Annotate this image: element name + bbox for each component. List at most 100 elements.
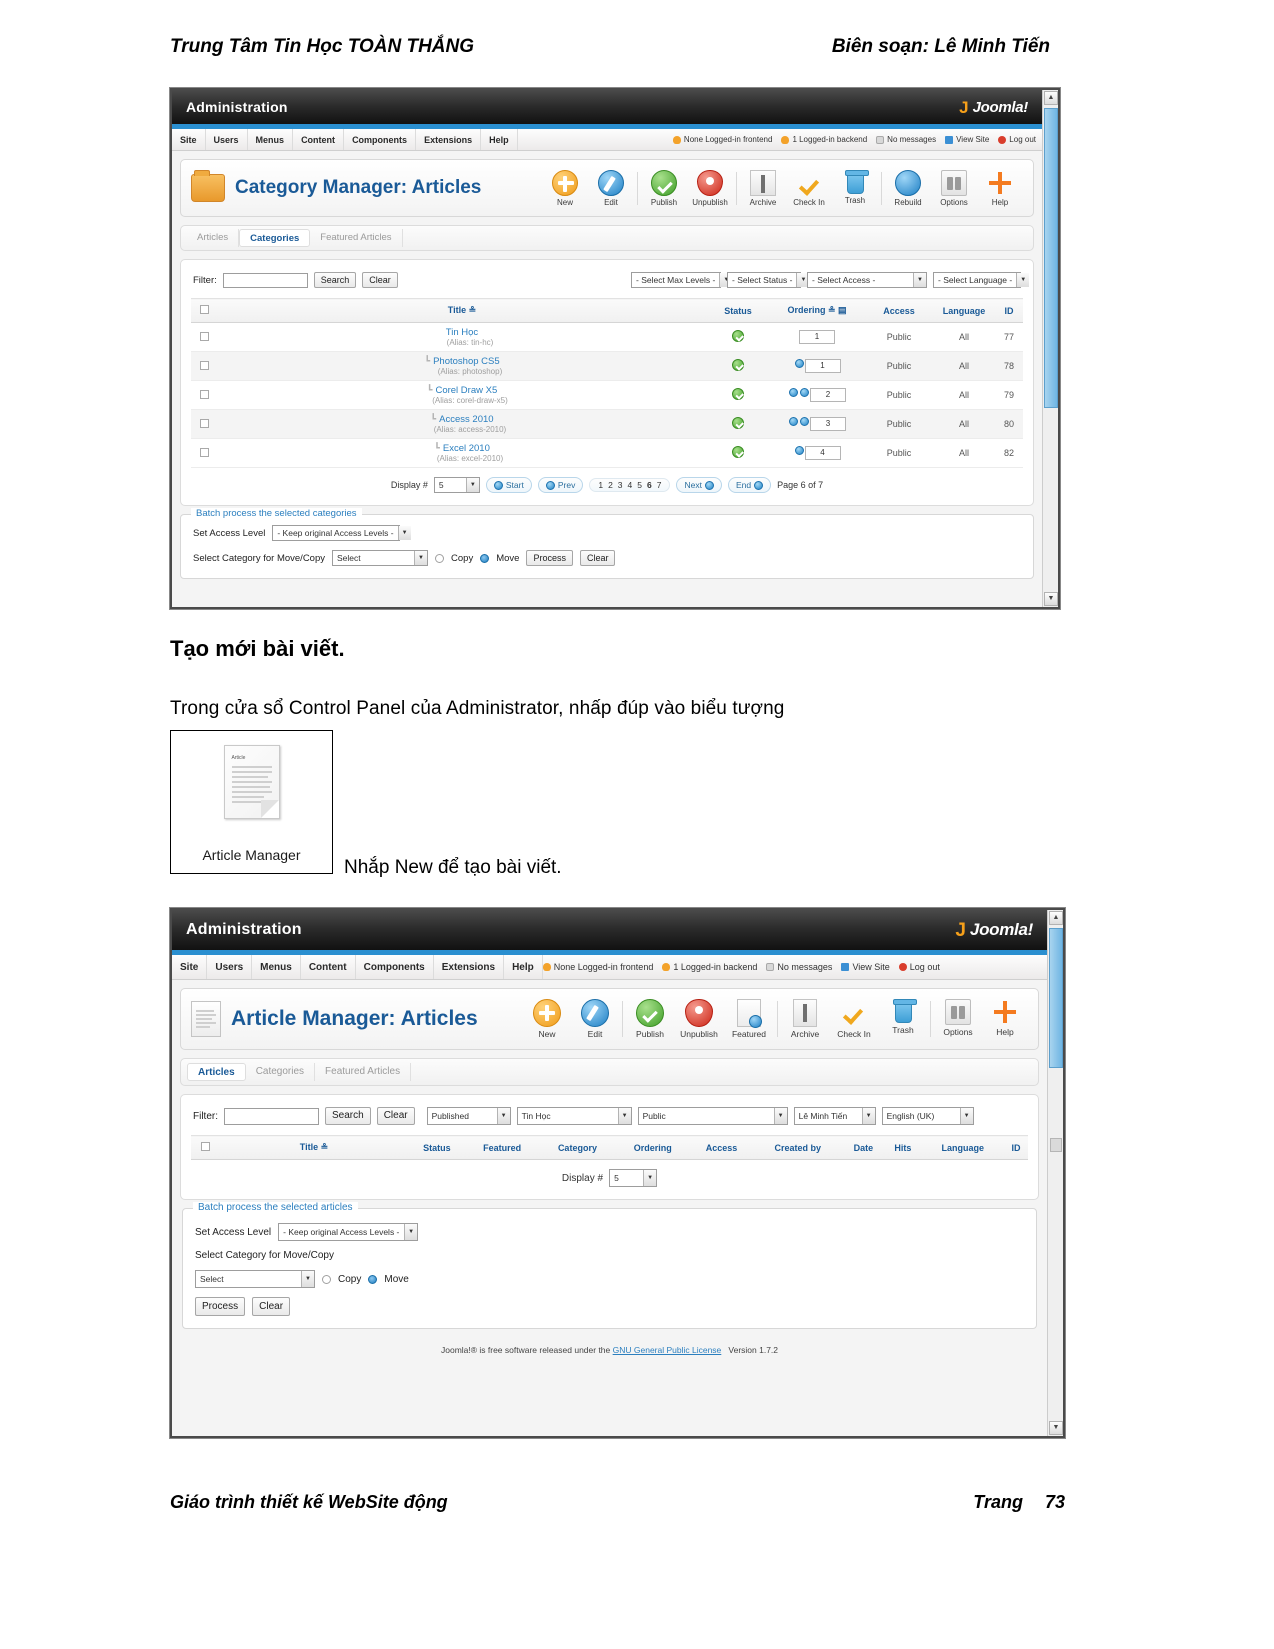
ordering-value[interactable]: 2 (810, 388, 846, 402)
vertical-scrollbar-2[interactable]: ▲ ▼ (1047, 910, 1063, 1436)
table-row[interactable]: ┗ Photoshop CS5 (Alias: photoshop) 1 Publ… (191, 351, 1023, 381)
row-ordering[interactable]: 1 (769, 322, 865, 352)
tab-articles-1[interactable]: Articles (187, 229, 240, 247)
ordering-value[interactable]: 4 (804, 446, 841, 460)
pager-page-4[interactable]: 4 (628, 480, 633, 490)
menu-item-menus-1[interactable]: Menus (248, 129, 294, 150)
select-category-2[interactable]: Tin Học ▼ (516, 1107, 632, 1125)
toolbar-archive-button-2[interactable]: Archive (781, 999, 829, 1039)
search-button-2[interactable]: Search (325, 1107, 371, 1125)
menu-item-site-1[interactable]: Site (172, 129, 206, 150)
tab-featured-articles-2[interactable]: Featured Articles (315, 1063, 412, 1081)
pager-page-5[interactable]: 5 (637, 480, 642, 490)
tab-categories-2[interactable]: Categories (246, 1063, 316, 1081)
status-messages-1[interactable]: No messages (876, 135, 936, 144)
toolbar-publish-button-1[interactable]: Publish (641, 169, 687, 207)
menu-item-extensions-1[interactable]: Extensions (416, 129, 482, 150)
row-title[interactable]: Tin Học (219, 327, 705, 338)
menu-item-site-2[interactable]: Site (172, 955, 208, 979)
order-down-icon[interactable] (800, 417, 809, 426)
batch-access-select-2[interactable]: - Keep original Access Levels - ▼ (278, 1223, 419, 1241)
pager-next-button-1[interactable]: Next (676, 477, 722, 493)
menu-item-extensions-2[interactable]: Extensions (434, 955, 505, 979)
col-ordering-2[interactable]: Ordering (615, 1135, 691, 1160)
pager-end-button-1[interactable]: End (727, 477, 772, 493)
row-ordering[interactable]: 2 (769, 380, 865, 410)
toolbar-options-button-2[interactable]: Options (934, 999, 982, 1037)
clear-batch-button-1[interactable]: Clear (579, 550, 616, 566)
display-count-select-2[interactable]: 5 ▼ (609, 1169, 658, 1187)
select-language-2[interactable]: English (UK) ▼ (881, 1107, 974, 1125)
col-access-2[interactable]: Access (690, 1135, 753, 1160)
toolbar-checkin-button-1[interactable]: Check In (786, 170, 832, 207)
col-language-2[interactable]: Language (921, 1135, 1004, 1160)
toolbar-unpublish-button-2[interactable]: Unpublish (674, 999, 724, 1039)
col-id-1[interactable]: ID (995, 298, 1023, 323)
toolbar-checkin-button-2[interactable]: Check In (829, 999, 879, 1039)
menu-item-components-1[interactable]: Components (344, 129, 417, 150)
row-checkbox[interactable] (199, 389, 209, 399)
scroll-down-icon[interactable]: ▼ (1049, 1421, 1063, 1435)
toolbar-edit-button-1[interactable]: Edit (588, 169, 634, 207)
order-up-icon[interactable] (789, 388, 798, 397)
col-access-1[interactable]: Access (865, 298, 933, 323)
toolbar-new-button-1[interactable]: New (542, 169, 588, 207)
row-checkbox[interactable] (199, 418, 209, 428)
pager-page-7[interactable]: 7 (657, 480, 662, 490)
status-view-site-1[interactable]: View Site (945, 135, 989, 144)
status-backend-1[interactable]: 1 Logged-in backend (781, 135, 867, 144)
batch-access-select-1[interactable]: - Keep original Access Levels - ▼ (272, 525, 411, 541)
move-radio-1[interactable] (480, 553, 490, 563)
toolbar-trash-button-2[interactable]: Trash (879, 999, 927, 1035)
col-id-2[interactable]: ID (1004, 1135, 1028, 1160)
table-row[interactable]: ┗ Access 2010 (Alias: access-2010) 3 Publ… (191, 409, 1023, 439)
pager-page-3[interactable]: 3 (618, 480, 623, 490)
toolbar-featured-button-2[interactable]: Featured (724, 999, 774, 1039)
filter-input-1[interactable] (222, 272, 308, 288)
article-manager-icon-box[interactable]: Article Article Manager (170, 730, 333, 874)
row-checkbox[interactable] (199, 447, 209, 457)
row-title[interactable]: Corel Draw X5 (435, 385, 497, 396)
pager-page-6-current[interactable]: 6 (647, 480, 652, 490)
toolbar-unpublish-button-1[interactable]: Unpublish (687, 169, 733, 207)
ordering-value[interactable]: 3 (810, 417, 846, 431)
vertical-scrollbar-1[interactable]: ▲ ▼ (1042, 90, 1058, 607)
select-status-1[interactable]: - Select Status - ▼ (727, 272, 810, 288)
search-button-1[interactable]: Search (313, 272, 357, 288)
select-all-checkbox-2[interactable] (200, 1142, 210, 1151)
table-row[interactable]: ┗ Excel 2010 (Alias: excel-2010) 4 Public… (191, 438, 1023, 468)
select-max-levels-1[interactable]: - Select Max Levels -▼ (631, 272, 733, 288)
menu-item-users-2[interactable]: Users (207, 955, 253, 979)
menu-item-help-1[interactable]: Help (481, 129, 518, 150)
row-title[interactable]: Access 2010 (439, 414, 493, 425)
status-logout-2[interactable]: Log out (898, 962, 940, 972)
row-title[interactable]: Photoshop CS5 (433, 356, 500, 367)
published-icon[interactable] (732, 388, 744, 400)
col-status-2[interactable]: Status (409, 1135, 465, 1160)
toolbar-options-button-1[interactable]: Options (931, 169, 977, 207)
order-up-icon[interactable] (789, 417, 798, 426)
published-icon[interactable] (732, 330, 744, 342)
order-down-icon[interactable] (800, 388, 809, 397)
row-ordering[interactable]: 1 (769, 351, 865, 381)
col-featured-2[interactable]: Featured (464, 1135, 540, 1160)
scrollbar-thumb-1[interactable] (1044, 108, 1058, 408)
scrollbar-thumb-2[interactable] (1049, 928, 1063, 1068)
toolbar-new-button-2[interactable]: New (523, 999, 571, 1039)
menu-item-users-1[interactable]: Users (206, 129, 248, 150)
row-title[interactable]: Excel 2010 (443, 443, 490, 454)
clear-batch-button-2[interactable]: Clear (252, 1297, 291, 1316)
clear-button-2[interactable]: Clear (376, 1107, 415, 1125)
published-icon[interactable] (732, 417, 744, 429)
select-author-2[interactable]: Lê Minh Tiến ▼ (793, 1107, 876, 1125)
status-backend-2[interactable]: 1 Logged-in backend (662, 962, 757, 972)
ordering-value[interactable]: 1 (799, 330, 835, 344)
process-button-1[interactable]: Process (526, 550, 573, 566)
status-view-site-2[interactable]: View Site (841, 962, 890, 972)
row-ordering[interactable]: 3 (769, 409, 865, 439)
col-hits-2[interactable]: Hits (884, 1135, 922, 1160)
scroll-down-icon[interactable]: ▼ (1044, 592, 1058, 606)
row-ordering[interactable]: 4 (769, 438, 865, 468)
col-title-2[interactable]: Title ≗ (219, 1135, 409, 1160)
filter-input-2[interactable] (224, 1107, 319, 1125)
